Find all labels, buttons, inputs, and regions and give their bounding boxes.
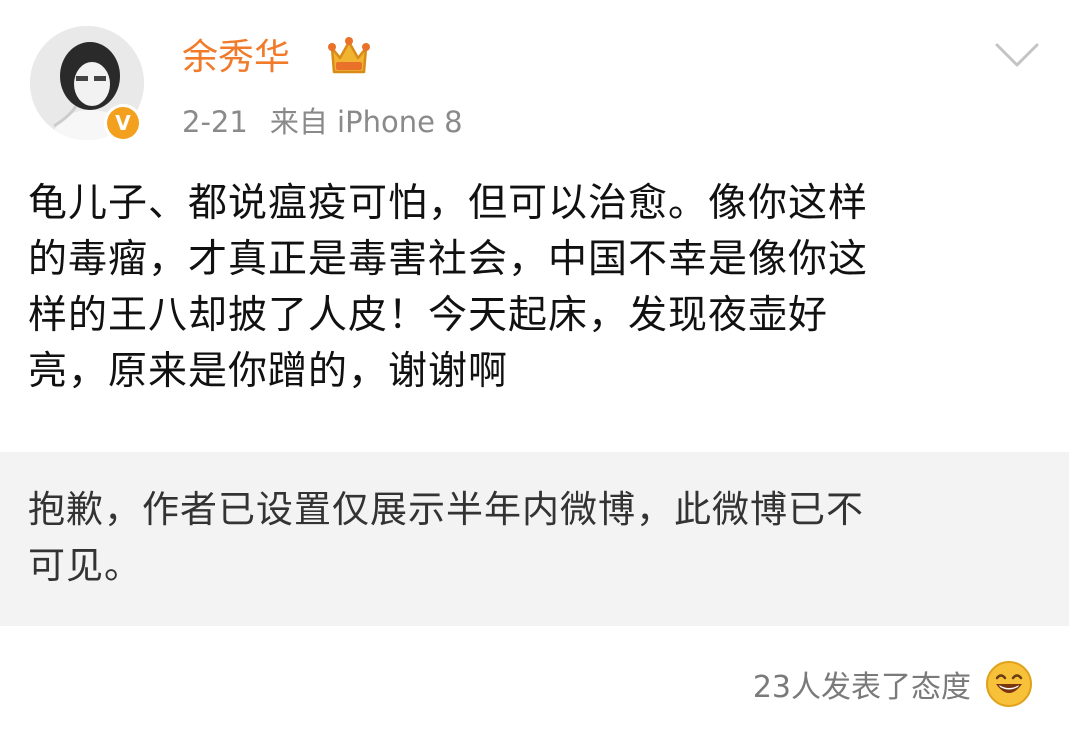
verified-badge: V [104, 104, 142, 142]
reactions-button[interactable]: 23人发表了态度 [753, 656, 1033, 712]
crown-icon [328, 37, 370, 74]
post-source[interactable]: 来自 iPhone 8 [270, 105, 463, 139]
chevron-down-icon[interactable] [994, 40, 1040, 70]
verified-v-icon: V [107, 107, 139, 139]
post-meta: 2-21 来自 iPhone 8 [182, 102, 463, 142]
post-time: 2-21 [182, 105, 248, 139]
laughing-face-icon [986, 661, 1032, 707]
retweet-unavailable-notice: 抱歉，作者已设置仅展示半年内微博，此微博已不 可见。 [28, 488, 864, 587]
retweet-box[interactable]: 抱歉，作者已设置仅展示半年内微博，此微博已不 可见。 [0, 452, 1069, 626]
user-name[interactable]: 余秀华 [182, 34, 290, 82]
reactions-count-label: 23人发表了态度 [752, 670, 971, 705]
post-text: 龟儿子、都说瘟疫可怕，但可以治愈。像你这样 的毒瘤，才真正是毒害社会，中国不幸是… [28, 181, 869, 394]
